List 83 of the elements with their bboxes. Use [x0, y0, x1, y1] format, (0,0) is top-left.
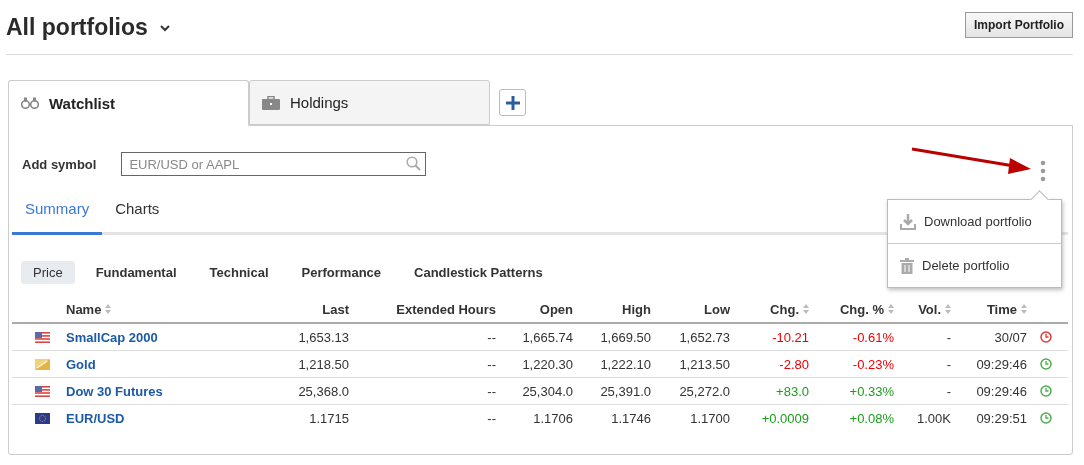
portfolio-tab[interactable]: Holdings: [249, 80, 490, 125]
sort-icon[interactable]: [888, 304, 894, 314]
column-header[interactable]: Open: [539, 301, 573, 317]
menu-item[interactable]: Delete portfolio: [888, 243, 1061, 287]
add-symbol-label: Add symbol: [22, 156, 97, 172]
table-cell: 1.1715: [309, 410, 349, 426]
us-flag-icon: [35, 385, 50, 397]
filter-tab[interactable]: Fundamental: [83, 261, 189, 284]
view-tab[interactable]: Charts: [102, 200, 173, 235]
column-header[interactable]: Chg. %: [839, 301, 894, 317]
ingot-icon: [35, 358, 50, 370]
sort-icon[interactable]: [105, 304, 112, 314]
table-cell: 1,669.50: [600, 329, 651, 345]
table-cell: -: [946, 383, 951, 399]
table-cell: -: [946, 356, 951, 372]
table-cell: 1.1700: [690, 410, 730, 426]
table-cell: 25,272.0: [679, 383, 730, 399]
table-cell: -10.21: [772, 329, 809, 345]
more-options-icon[interactable]: [1040, 160, 1046, 182]
table-cell: --: [487, 329, 496, 345]
table-cell: 1,213.50: [679, 356, 730, 372]
instrument-link[interactable]: Dow 30 Futures: [66, 383, 163, 399]
instrument-link[interactable]: Gold: [66, 356, 96, 372]
chevron-down-icon[interactable]: [159, 24, 170, 32]
symbol-search-field[interactable]: EUR/USD or AAPL: [121, 152, 427, 176]
column-header[interactable]: Name: [66, 301, 112, 317]
table-cell: -2.80: [779, 356, 809, 372]
binoculars-icon: [21, 97, 39, 109]
table-cell: 09:29:51: [976, 410, 1027, 426]
briefcase-icon: [262, 95, 280, 110]
table-cell: 1.1746: [611, 410, 651, 426]
table-cell: 1,653.13: [298, 329, 349, 345]
table-cell: 09:29:46: [976, 383, 1027, 399]
table-cell: 09:29:46: [976, 356, 1027, 372]
column-header[interactable]: Low: [704, 301, 730, 317]
table-cell: 1,220.30: [522, 356, 573, 372]
column-header[interactable]: Vol.: [918, 301, 951, 317]
table-cell: 1,218.50: [298, 356, 349, 372]
table-cell: 1,665.74: [522, 329, 573, 345]
menu-item[interactable]: Download portfolio: [888, 200, 1061, 243]
table-cell: -0.23%: [852, 356, 894, 372]
table-cell: +83.0: [776, 383, 809, 399]
table-cell: --: [487, 383, 496, 399]
filter-tab[interactable]: Price: [21, 261, 75, 284]
portfolio-tab[interactable]: Watchlist: [8, 80, 249, 126]
table-cell: -0.61%: [852, 329, 894, 345]
table-cell: 25,368.0: [298, 383, 349, 399]
column-header[interactable]: Last: [322, 301, 349, 317]
instrument-link[interactable]: SmallCap 2000: [66, 329, 158, 345]
column-header[interactable]: Time: [986, 301, 1027, 317]
filter-tab[interactable]: Performance: [289, 261, 394, 284]
download-icon: [900, 213, 916, 230]
filter-tab[interactable]: Candlestick Patterns: [402, 261, 555, 284]
column-header[interactable]: High: [622, 301, 651, 317]
table-cell: 1.00K: [917, 410, 951, 426]
table-cell: +0.33%: [849, 383, 894, 399]
table-cell: -: [946, 329, 951, 345]
page-title: All portfolios: [6, 13, 148, 41]
add-tab-button[interactable]: [499, 89, 526, 116]
table-cell: 1,652.73: [679, 329, 730, 345]
eu-flag-icon: [35, 412, 50, 424]
sort-icon[interactable]: [1021, 304, 1027, 314]
table-cell: 1,222.10: [600, 356, 651, 372]
table-cell: +0.08%: [849, 410, 894, 426]
table-cell: 30/07: [994, 329, 1027, 345]
column-header[interactable]: Extended Hours: [396, 301, 496, 317]
instrument-link[interactable]: EUR/USD: [66, 410, 125, 426]
filter-tab[interactable]: Technical: [197, 261, 281, 284]
table-cell: 25,304.0: [522, 383, 573, 399]
column-header[interactable]: Chg.: [770, 301, 809, 317]
table-cell: 25,391.0: [600, 383, 651, 399]
view-tab[interactable]: Summary: [12, 200, 103, 235]
sort-icon[interactable]: [945, 304, 951, 314]
trash-icon: [900, 257, 914, 274]
table-cell: 1.1706: [533, 410, 573, 426]
table-cell: --: [487, 410, 496, 426]
table-cell: --: [487, 356, 496, 372]
sort-icon[interactable]: [803, 304, 809, 314]
import-portfolio-button[interactable]: Import Portfolio: [965, 12, 1073, 38]
plus-icon: [505, 95, 520, 110]
us-flag-icon: [35, 331, 50, 343]
search-icon: [406, 156, 422, 171]
table-cell: +0.0009: [761, 410, 809, 426]
